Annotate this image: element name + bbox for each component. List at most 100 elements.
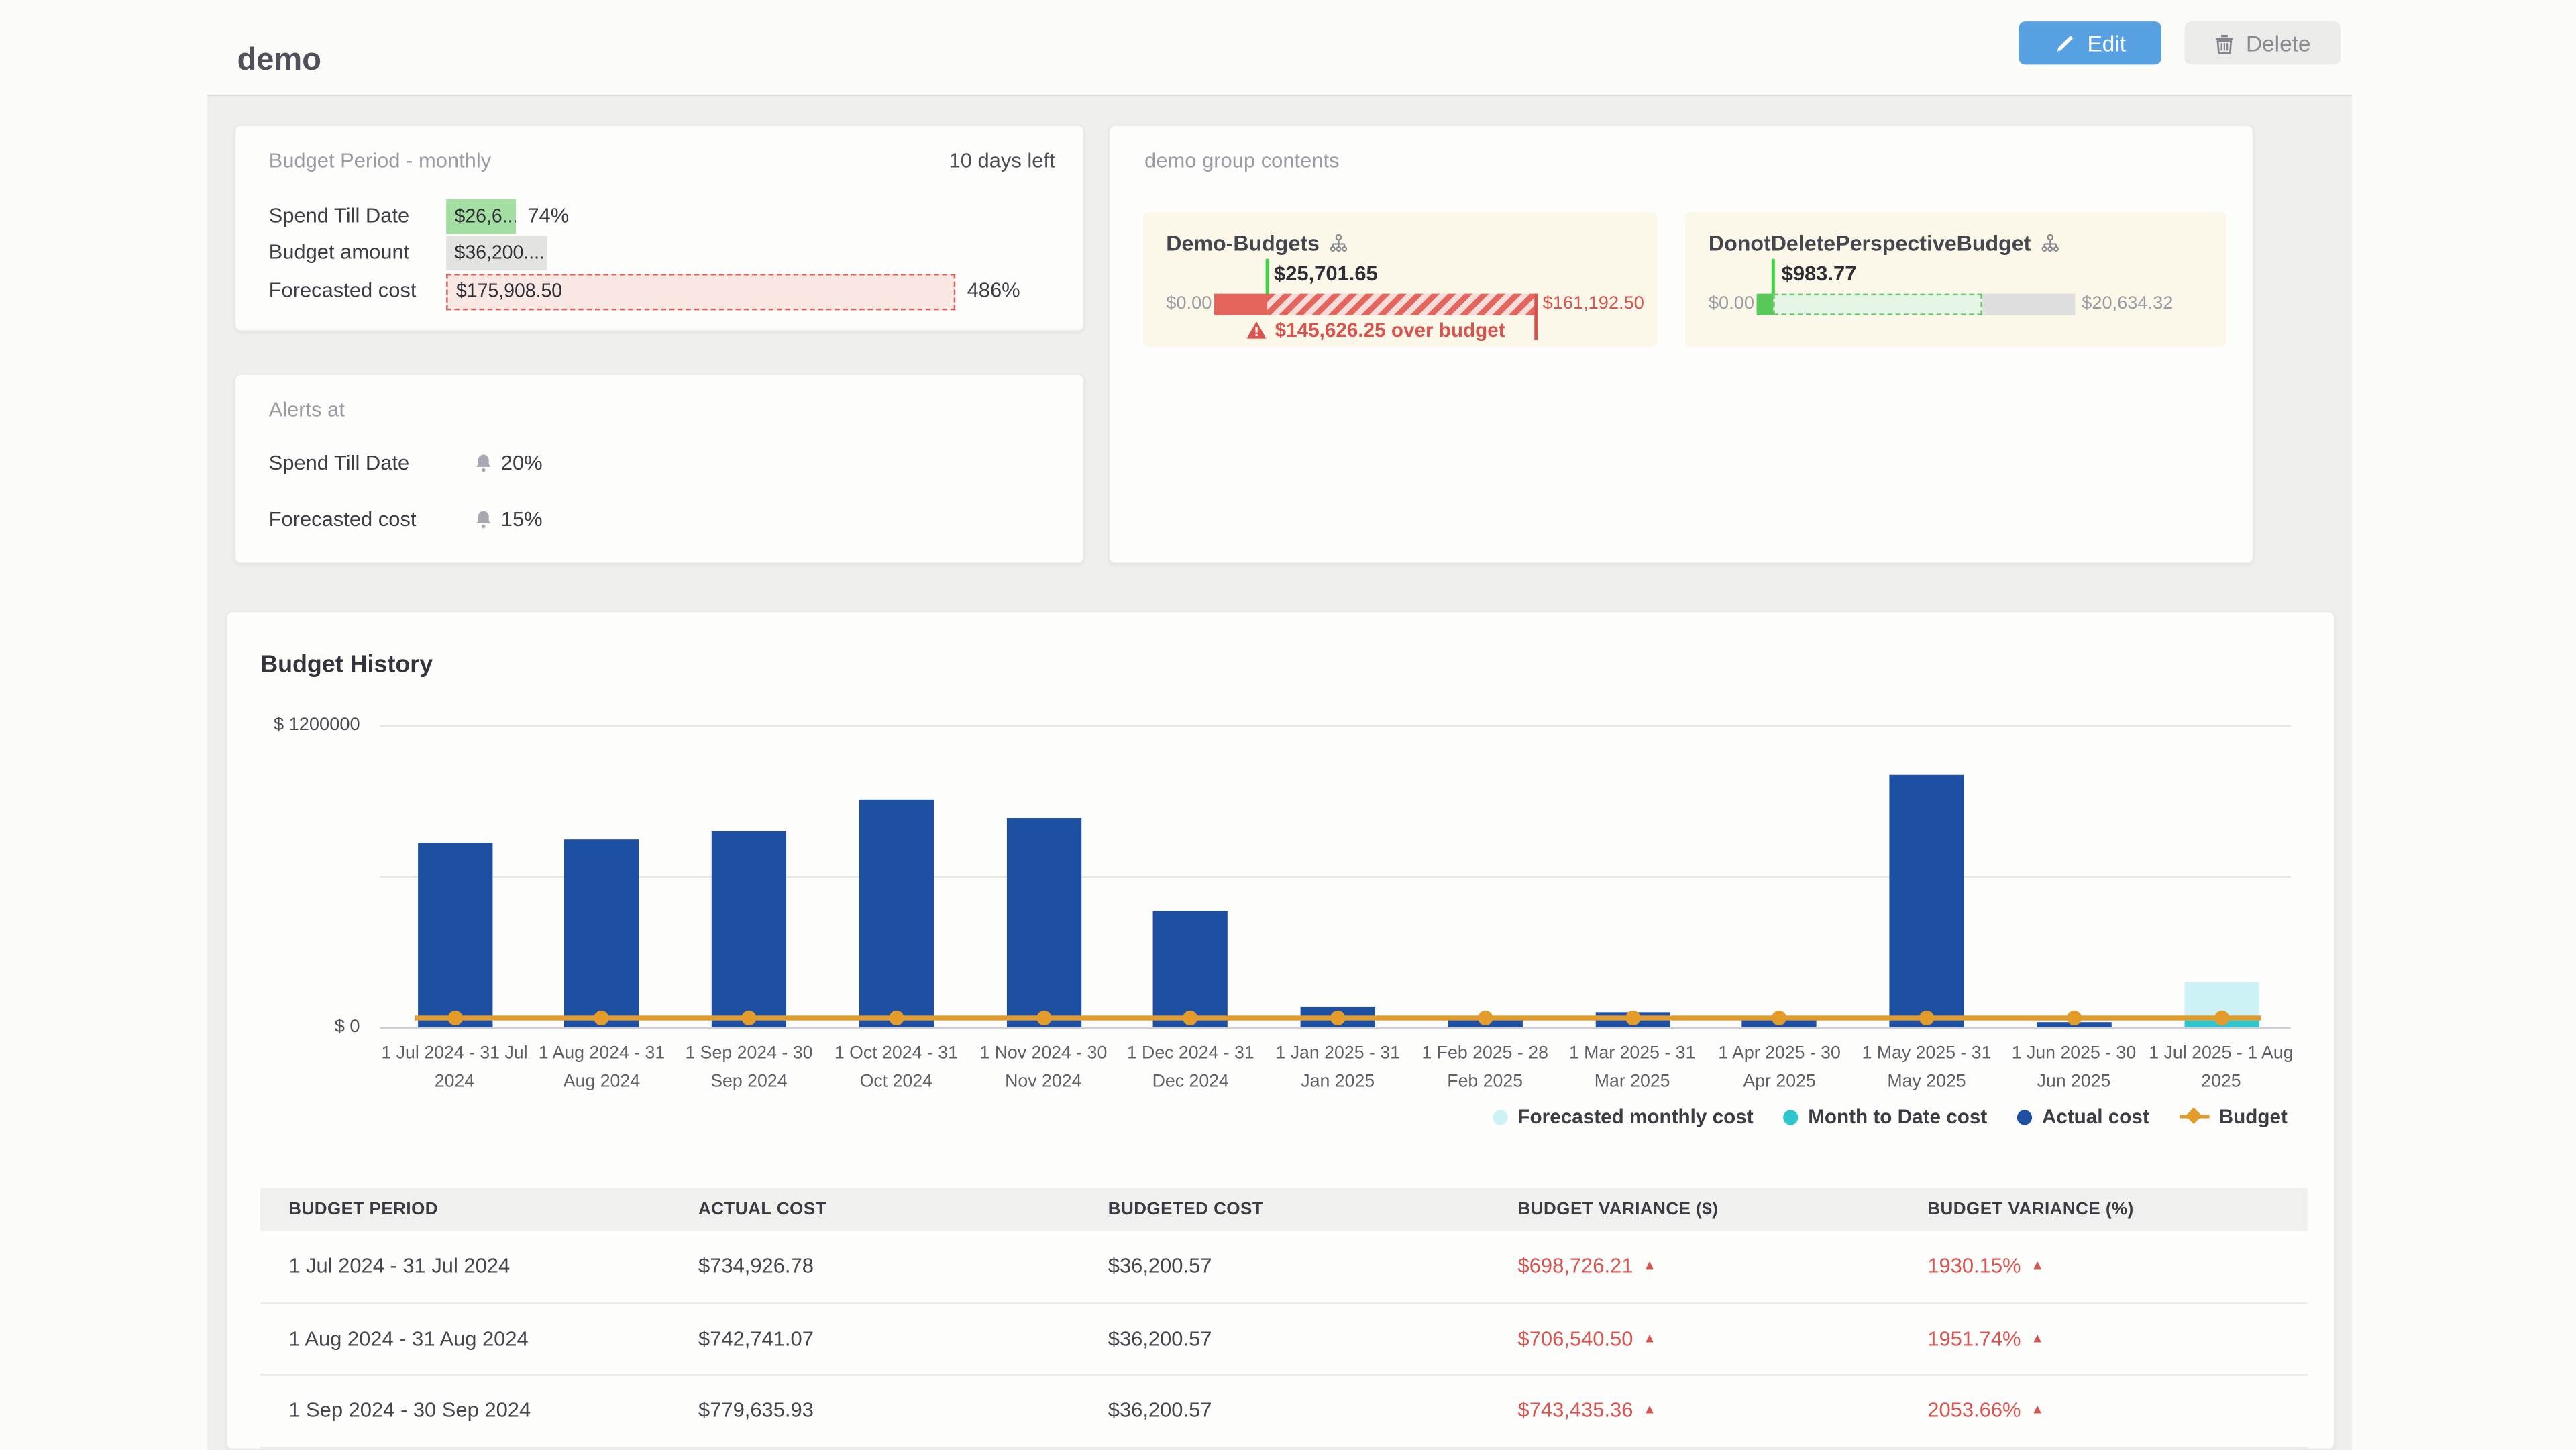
alert-forecast-label: Forecasted cost [269, 508, 417, 531]
legend-label: Month to Date cost [1808, 1105, 1987, 1129]
delete-button-label: Delete [2246, 31, 2311, 56]
budget-detail-page: demo Edit Delete Budget Period - monthly… [0, 0, 2576, 1450]
x-axis-label: 1 Sep 2024 - 30 Sep 2024 [673, 1040, 825, 1096]
gauge-min-label: $0.00 [1709, 294, 1754, 314]
gauge-bar [1214, 294, 1536, 315]
legend-item-budget[interactable]: Budget [2179, 1105, 2288, 1129]
spend-till-date-bar: $26,6... [446, 199, 516, 234]
legend-dot-icon [2017, 1109, 2032, 1124]
table-cell: 1 Aug 2024 - 31 Aug 2024 [260, 1327, 670, 1351]
page-title: demo [237, 43, 321, 79]
gauge-spend-value: $25,701.65 [1274, 262, 1378, 286]
bar-actual-cost [712, 831, 786, 1027]
x-axis-label: 1 Mar 2025 - 31 Mar 2025 [1556, 1040, 1708, 1096]
gauge-name-label: Demo-Budgets [1166, 231, 1320, 256]
gauge-name-label: DonotDeletePerspectiveBudget [1709, 231, 2031, 256]
gauge-spend-segment [1214, 294, 1267, 315]
forecasted-cost-pct: 486% [967, 278, 1020, 302]
y-axis-max-label: $ 1200000 [244, 715, 360, 735]
spend-till-date-pct: 74% [527, 204, 569, 227]
x-axis-label: 1 Jan 2025 - 31 Jan 2025 [1261, 1040, 1413, 1096]
over-budget-row: $145,626.25 over budget [1214, 319, 1536, 342]
gauge-overbudget-segment [1267, 294, 1536, 315]
legend-item-actual-cost[interactable]: Actual cost [2017, 1105, 2149, 1129]
variance-up-icon: ▲ [2031, 1330, 2044, 1345]
legend-dot-icon [1783, 1109, 1798, 1124]
budget-diamond-icon [2179, 1109, 2209, 1124]
x-axis-label: 1 Nov 2024 - 30 Nov 2024 [967, 1040, 1120, 1096]
budget-period-card-title: Budget Period - monthly [269, 150, 492, 173]
budget-history-title: Budget History [260, 652, 433, 679]
table-cell: $779,635.93 [670, 1399, 1080, 1422]
bar-actual-cost [564, 840, 639, 1027]
edit-button[interactable]: Edit [2019, 21, 2161, 64]
table-cell: $734,926.78 [670, 1255, 1080, 1278]
budget-gauge-donotdelete[interactable]: DonotDeletePerspectiveBudget $983.77 $0.… [1685, 213, 2226, 347]
variance-up-icon: ▲ [1643, 1402, 1656, 1417]
x-axis-label: 1 Dec 2024 - 31 Dec 2024 [1114, 1040, 1267, 1096]
group-contents-title: demo group contents [1144, 150, 1339, 173]
table-cell: 1951.74%▲ [1899, 1327, 2307, 1351]
x-axis-label: 1 Aug 2024 - 31 Aug 2024 [525, 1040, 678, 1096]
legend-item-month-to-date-cost[interactable]: Month to Date cost [1783, 1105, 1987, 1129]
alerts-card: Alerts at Spend Till Date 20% Forecasted… [234, 373, 1085, 564]
budget-period-card: Budget Period - monthly 10 days left Spe… [234, 124, 1085, 331]
x-axis-label: 1 Apr 2025 - 30 Apr 2025 [1703, 1040, 1856, 1096]
y-axis-zero-label: $ 0 [244, 1017, 360, 1037]
legend-item-forecasted-monthly-cost[interactable]: Forecasted monthly cost [1493, 1105, 1753, 1129]
budget-history-chart: $ 1200000 $ 0 1 Jul 2024 - 31 Jul 20241 … [380, 725, 2291, 1027]
legend-label: Actual cost [2042, 1105, 2149, 1129]
variance-up-icon: ▲ [2031, 1258, 2044, 1273]
over-budget-label: $145,626.25 over budget [1275, 319, 1505, 342]
hierarchy-icon [2041, 233, 2061, 253]
variance-up-icon: ▲ [1643, 1330, 1656, 1345]
table-row: 1 Aug 2024 - 31 Aug 2024$742,741.07$36,2… [260, 1303, 2307, 1376]
legend-label: Forecasted monthly cost [1517, 1105, 1753, 1129]
gauge-max-label: $161,192.50 [1543, 294, 1644, 314]
group-contents-card: demo group contents Demo-Budgets $25,701… [1108, 124, 2255, 564]
x-axis-label: 1 Feb 2025 - 28 Feb 2025 [1409, 1040, 1561, 1096]
budget-amount-label: Budget amount [269, 241, 410, 264]
gauge-spend-value: $983.77 [1782, 262, 1857, 286]
budget-marker [1919, 1011, 1934, 1025]
spend-till-date-label: Spend Till Date [269, 204, 410, 227]
table-header-actual-cost: ACTUAL COST [670, 1200, 1080, 1220]
gauge-forecast-segment [1773, 294, 1982, 315]
x-axis-label: 1 Oct 2024 - 31 Oct 2024 [820, 1040, 972, 1096]
pencil-icon [2054, 32, 2076, 54]
trash-icon [2214, 32, 2235, 54]
legend-label: Budget [2219, 1105, 2288, 1129]
table-cell: 1 Jul 2024 - 31 Jul 2024 [260, 1255, 670, 1278]
gridline-baseline [380, 1027, 2291, 1029]
bar-actual-cost [1006, 819, 1081, 1027]
x-axis-label: 1 May 2025 - 31 May 2025 [1850, 1040, 2002, 1096]
table-cell: $36,200.57 [1080, 1327, 1490, 1351]
budget-marker [2066, 1011, 2081, 1025]
x-axis-label: 1 Jul 2025 - 1 Aug 2025 [2145, 1040, 2297, 1096]
delete-button[interactable]: Delete [2185, 21, 2341, 64]
bar-actual-cost [1153, 911, 1228, 1027]
alert-forecast-value: 15% [501, 508, 543, 531]
edit-button-label: Edit [2088, 31, 2127, 56]
budget-marker [889, 1011, 904, 1025]
bell-icon [474, 453, 492, 473]
table-header-budget-variance-: BUDGET VARIANCE ($) [1489, 1200, 1899, 1220]
variance-up-icon: ▲ [1643, 1258, 1656, 1273]
budget-marker [1330, 1011, 1345, 1025]
gauge-max-label: $20,634.32 [2082, 294, 2173, 314]
gauge-min-label: $0.00 [1166, 294, 1212, 314]
table-cell: $36,200.57 [1080, 1255, 1490, 1278]
table-row: 1 Jul 2024 - 31 Jul 2024$734,926.78$36,2… [260, 1231, 2307, 1304]
table-cell: $742,741.07 [670, 1327, 1080, 1351]
alerts-card-title: Alerts at [269, 398, 345, 421]
legend-dot-icon [1493, 1109, 1507, 1124]
table-cell: $743,435.36▲ [1489, 1399, 1899, 1422]
forecasted-cost-label: Forecasted cost [269, 278, 417, 302]
alert-spend-label: Spend Till Date [269, 452, 410, 475]
budget-marker [741, 1011, 756, 1025]
budget-history-card: Budget History $ 1200000 $ 0 1 Jul 2024 … [225, 611, 2335, 1450]
budget-gauge-demo-budgets[interactable]: Demo-Budgets $25,701.65 $0.00 $161,192.5… [1143, 213, 1658, 347]
budget-amount-value: $36,200.... [455, 243, 545, 263]
gauge-spend-segment [1757, 294, 1774, 315]
table-header-budget-period: BUDGET PERIOD [260, 1200, 670, 1220]
